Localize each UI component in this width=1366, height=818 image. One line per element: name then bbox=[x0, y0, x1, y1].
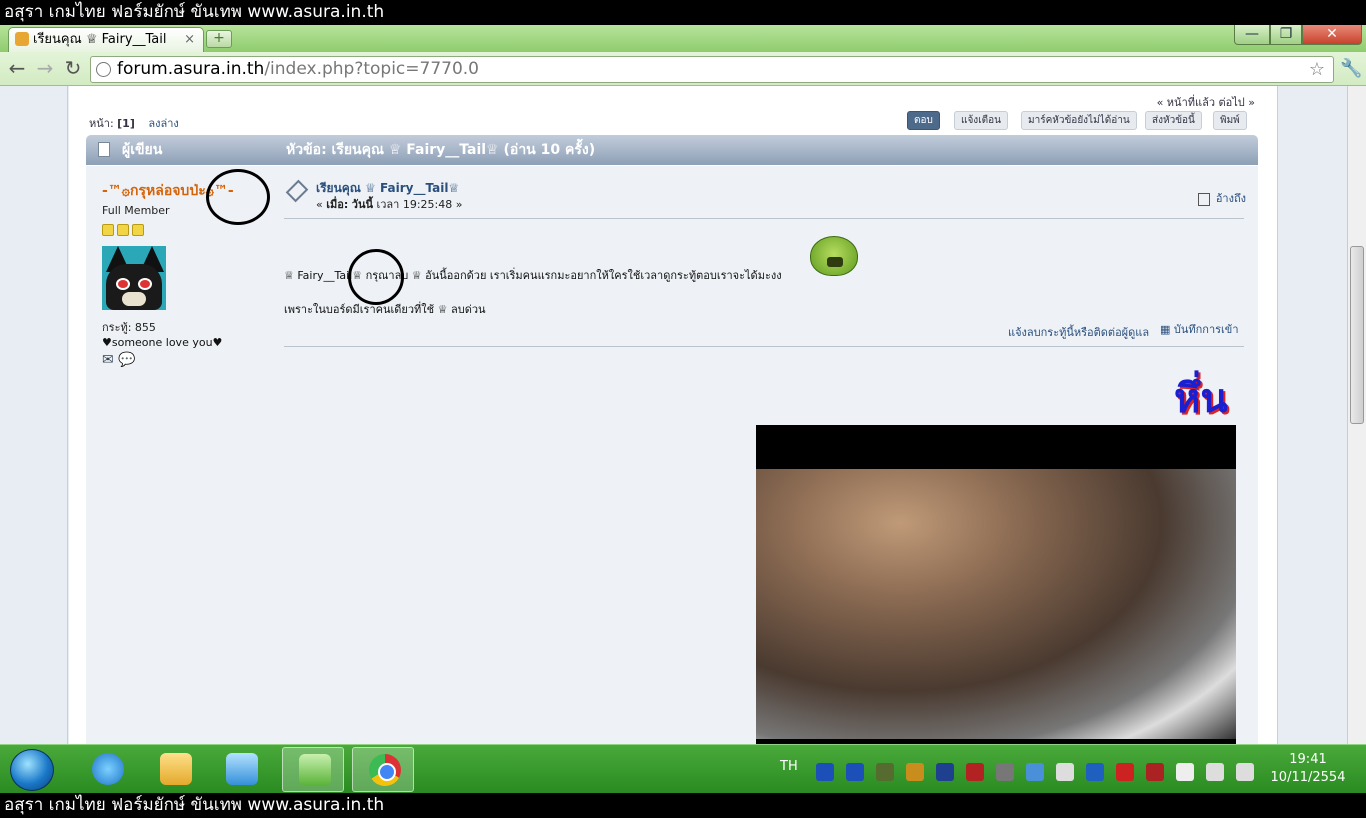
post-body-line: เพราะในบอร์ดมีเราคนเดียวที่ใช้ ♕ ลบด่วน bbox=[284, 303, 486, 316]
wrench-menu-icon[interactable]: 🔧 bbox=[1340, 58, 1362, 79]
rank-star-icon bbox=[117, 224, 129, 236]
post: -™۞กรุหล่อจบป่ะ۞™- Full Member กระทู้: 8… bbox=[86, 166, 1258, 744]
tray-icon[interactable] bbox=[1116, 762, 1134, 781]
page-viewport: « หน้าที่แล้ว ต่อไป » หน้า: [1] ลงล่าง ต… bbox=[0, 86, 1366, 744]
tab-title: เรียนคุณ ♕ Fairy__Tail bbox=[33, 32, 167, 47]
annotation-circle bbox=[348, 249, 404, 305]
explorer-folder-icon[interactable] bbox=[144, 747, 206, 792]
internet-explorer-icon[interactable] bbox=[76, 747, 138, 792]
tray-icon[interactable] bbox=[996, 762, 1014, 781]
language-indicator[interactable]: TH bbox=[780, 759, 798, 774]
overlay-banner-bottom: อสุรา เกมไทย ฟอร์มยักษ์ ขันเทพ www.asura… bbox=[0, 793, 1366, 818]
page-margin-left bbox=[0, 86, 68, 744]
tray-icon[interactable] bbox=[1056, 762, 1074, 781]
url-path: /index.php?topic=7770.0 bbox=[264, 59, 480, 79]
start-button[interactable] bbox=[10, 749, 54, 791]
tray-icon[interactable] bbox=[846, 762, 864, 781]
url-host: forum.asura.in.th bbox=[117, 59, 265, 79]
quote-icon bbox=[1197, 192, 1210, 206]
poster-post-count: กระทู้: 855 bbox=[102, 321, 156, 334]
browser-toolbar: ← → ↻ forum.asura.in.th/index.php?topic=… bbox=[0, 52, 1366, 86]
topic-header-bar: ผู้เขียน หัวข้อ: เรียนคุณ ♕ Fairy__Tail♕… bbox=[86, 135, 1258, 165]
maximize-button[interactable]: ❐ bbox=[1270, 25, 1302, 45]
poster-rank: Full Member bbox=[102, 204, 170, 217]
notify-button[interactable]: แจ้งเตือน bbox=[954, 111, 1008, 130]
page-margin-right bbox=[1277, 86, 1347, 744]
post-subject-icon bbox=[285, 179, 309, 203]
favicon-icon bbox=[15, 32, 29, 46]
mark-unread-button[interactable]: มาร์คหัวข้อยังไม่ได้อ่าน bbox=[1021, 111, 1137, 130]
tray-icon[interactable] bbox=[816, 762, 834, 781]
avatar bbox=[102, 246, 166, 310]
divider bbox=[284, 346, 1244, 347]
topic-title: หัวข้อ: เรียนคุณ ♕ Fairy__Tail♕ (อ่าน 10… bbox=[286, 142, 596, 158]
reply-button[interactable]: ตอบ bbox=[907, 111, 940, 130]
tray-icon[interactable] bbox=[1206, 762, 1224, 781]
quote-button[interactable]: อ้างถึง bbox=[1197, 189, 1246, 207]
print-button[interactable]: พิมพ์ bbox=[1213, 111, 1247, 130]
email-icon[interactable]: ✉ bbox=[102, 352, 114, 368]
report-link[interactable]: แจ้งลบกระทู้นี้หรือติดต่อผู้ดูแล bbox=[1008, 323, 1149, 341]
go-down-link[interactable]: ลงล่าง bbox=[148, 117, 178, 130]
divider bbox=[284, 218, 1244, 219]
tray-icon[interactable] bbox=[1086, 762, 1104, 781]
tray-icon[interactable] bbox=[1176, 762, 1194, 781]
pages-label: หน้า: bbox=[89, 117, 114, 130]
bookmark-star-icon[interactable]: ☆ bbox=[1309, 57, 1325, 82]
forum-content: « หน้าที่แล้ว ต่อไป » หน้า: [1] ลงล่าง ต… bbox=[69, 86, 1277, 744]
page-icon bbox=[96, 62, 111, 77]
tray-icon[interactable] bbox=[876, 762, 894, 781]
pagination: หน้า: [1] ลงล่าง bbox=[89, 114, 179, 132]
clock[interactable]: 19:41 10/11/2554 bbox=[1266, 751, 1350, 787]
close-window-button[interactable]: ✕ bbox=[1302, 25, 1362, 45]
scrollbar-thumb[interactable] bbox=[1350, 246, 1364, 424]
logged-ip: ▦ บันทึกการเข้า bbox=[1160, 323, 1239, 336]
post-time: « เมื่อ: วันนี้ เวลา 19:25:48 » bbox=[316, 198, 463, 211]
new-tab-button[interactable]: + bbox=[206, 30, 232, 48]
prev-next-links[interactable]: « หน้าที่แล้ว ต่อไป » bbox=[1157, 93, 1255, 111]
system-tray bbox=[816, 761, 1266, 781]
overlay-banner-top: อสุรา เกมไทย ฟอร์มยักษ์ ขันเทพ www.asura… bbox=[0, 0, 1366, 25]
back-button[interactable]: ← bbox=[6, 57, 28, 79]
post-big-text: หึ่น bbox=[1174, 376, 1228, 422]
tray-icon[interactable] bbox=[1146, 762, 1164, 781]
annotation-circle bbox=[206, 169, 270, 225]
tab-close-icon[interactable]: × bbox=[184, 28, 195, 51]
clock-time: 19:41 bbox=[1289, 752, 1327, 767]
send-topic-button[interactable]: ส่งหัวข้อนี้ bbox=[1145, 111, 1202, 130]
tray-icon[interactable] bbox=[1026, 762, 1044, 781]
windows-taskbar: TH 19:41 10/11/2554 bbox=[0, 744, 1366, 793]
smiley-icon bbox=[810, 236, 858, 276]
messenger-icon[interactable] bbox=[282, 747, 344, 792]
ip-icon: ▦ bbox=[1160, 323, 1174, 336]
forward-button[interactable]: → bbox=[34, 57, 56, 79]
rank-star-icon bbox=[132, 224, 144, 236]
profile-icon[interactable]: 💬 bbox=[118, 352, 135, 368]
document-icon bbox=[98, 142, 110, 157]
reload-button[interactable]: ↻ bbox=[62, 57, 84, 79]
post-image bbox=[756, 425, 1236, 744]
scrollbar[interactable] bbox=[1347, 86, 1366, 744]
current-page: [1] bbox=[117, 117, 135, 130]
clock-date: 10/11/2554 bbox=[1270, 770, 1346, 785]
author-column-label: ผู้เขียน bbox=[122, 142, 163, 158]
tab-active[interactable]: เรียนคุณ ♕ Fairy__Tail × bbox=[8, 27, 204, 52]
tray-icon[interactable] bbox=[906, 762, 924, 781]
rank-star-icon bbox=[102, 224, 114, 236]
chrome-icon[interactable] bbox=[352, 747, 414, 792]
tray-icon[interactable] bbox=[936, 762, 954, 781]
minimize-button[interactable]: — bbox=[1234, 25, 1270, 45]
media-player-icon[interactable] bbox=[210, 747, 272, 792]
poster-personal-text: ♥someone love you♥ bbox=[102, 336, 223, 349]
tab-strip: เรียนคุณ ♕ Fairy__Tail × + — ❐ ✕ bbox=[0, 25, 1366, 52]
poster-contact-icons: ✉ 💬 bbox=[102, 352, 136, 368]
address-bar[interactable]: forum.asura.in.th/index.php?topic=7770.0… bbox=[90, 56, 1334, 83]
tray-icon[interactable] bbox=[966, 762, 984, 781]
tray-icon[interactable] bbox=[1236, 762, 1254, 781]
